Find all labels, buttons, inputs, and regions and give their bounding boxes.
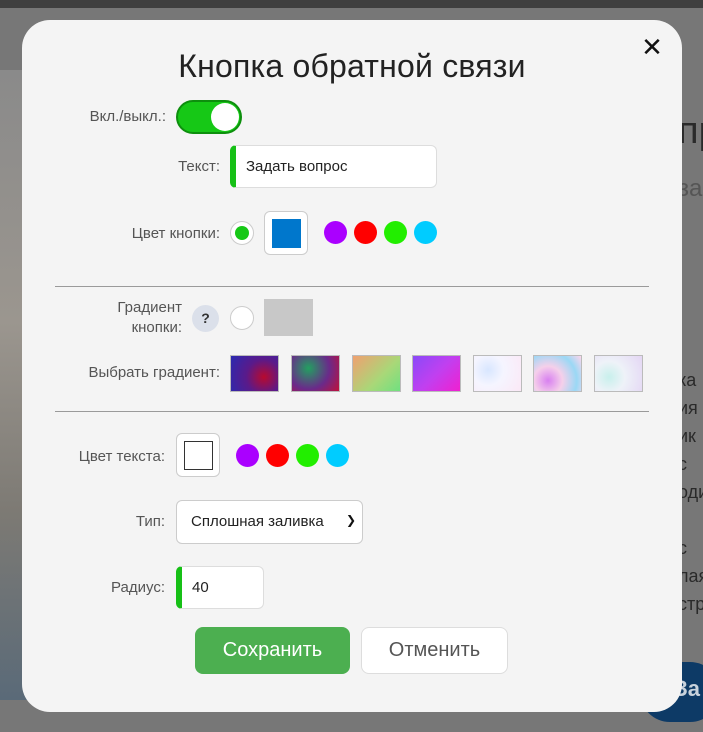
section-divider (55, 286, 649, 287)
choose-gradient-label: Выбрать градиент: (88, 364, 220, 381)
gradient-option[interactable] (291, 355, 340, 392)
radius-input[interactable] (176, 566, 264, 609)
cancel-button[interactable]: Отменить (361, 627, 508, 674)
chevron-down-icon: ❯ (345, 513, 356, 527)
text-color-preset-cyan[interactable] (326, 444, 349, 467)
gradient-option[interactable] (473, 355, 522, 392)
text-color-preset-green[interactable] (296, 444, 319, 467)
enable-toggle[interactable] (176, 100, 242, 134)
help-icon[interactable]: ? (192, 305, 219, 332)
type-label: Тип: (135, 513, 165, 530)
text-color-swatch[interactable] (176, 433, 220, 477)
feedback-button-settings-modal: ✕ Кнопка обратной связи Вкл./выкл.: Текс… (22, 20, 682, 712)
color-preset-cyan[interactable] (414, 221, 437, 244)
button-color-label: Цвет кнопки: (131, 225, 220, 242)
button-text-input[interactable] (230, 145, 437, 188)
section-divider (55, 411, 649, 412)
fill-type-select[interactable]: Сплошная заливка ❯ (176, 500, 363, 544)
text-color-preset-purple[interactable] (236, 444, 259, 467)
solid-color-radio[interactable] (230, 221, 254, 245)
color-preset-green[interactable] (384, 221, 407, 244)
gradient-option[interactable] (594, 355, 643, 392)
gradient-option[interactable] (533, 355, 582, 392)
button-color-swatch[interactable] (264, 211, 308, 255)
button-color-fill (272, 219, 301, 248)
text-color-label: Цвет текста: (78, 448, 165, 465)
gradient-option[interactable] (230, 355, 279, 392)
text-color-preset-red[interactable] (266, 444, 289, 467)
gradient-radio[interactable] (230, 306, 254, 330)
radio-selected-dot (235, 226, 249, 240)
radius-label: Радиус: (111, 579, 165, 596)
modal-title: Кнопка обратной связи (178, 48, 526, 84)
color-preset-red[interactable] (354, 221, 377, 244)
button-gradient-label: Градиент кнопки: (117, 299, 182, 336)
save-button[interactable]: Сохранить (195, 627, 350, 674)
toggle-label: Вкл./выкл.: (89, 108, 166, 125)
text-color-fill (184, 441, 213, 470)
toggle-knob (211, 103, 239, 131)
gradient-preview-swatch[interactable] (264, 299, 313, 336)
gradient-option[interactable] (412, 355, 461, 392)
gradient-option[interactable] (352, 355, 401, 392)
background-top-bar (0, 0, 703, 8)
text-label: Текст: (178, 158, 220, 175)
color-preset-purple[interactable] (324, 221, 347, 244)
fill-type-value: Сплошная заливка (191, 513, 324, 530)
